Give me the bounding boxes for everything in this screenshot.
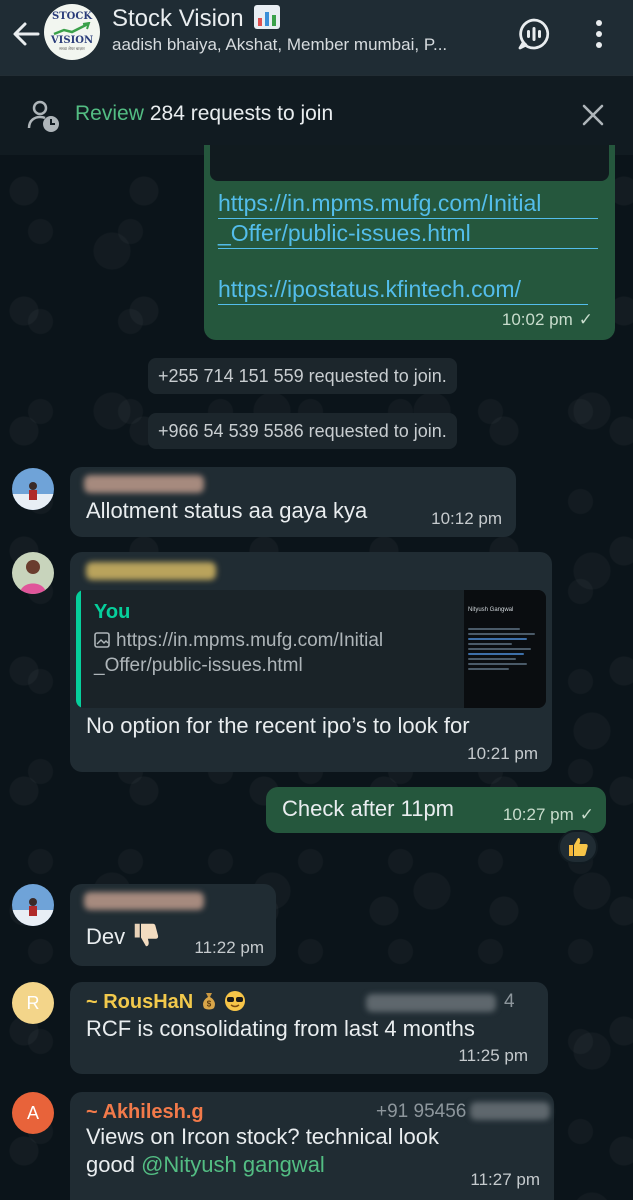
review-link[interactable]: Review bbox=[75, 102, 144, 125]
more-vert-icon bbox=[596, 20, 602, 48]
sender-avatar-letter[interactable]: A bbox=[12, 1092, 54, 1134]
sender-avatar-letter[interactable]: R bbox=[12, 982, 54, 1024]
message-incoming[interactable]: ~ Akhilesh.g +91 95456 Views on Ircon st… bbox=[70, 1092, 554, 1200]
chat-header: STOCK VISION सच्चा शेयर बाज़ार Stock Vis… bbox=[0, 0, 633, 75]
avatar-photo-snow bbox=[12, 468, 54, 510]
quote-thumbnail: Nityush Gangwal bbox=[464, 590, 546, 708]
time-text: 10:02 pm bbox=[501, 310, 573, 329]
message-text: RCF is consolidating from last 4 months bbox=[86, 1016, 475, 1041]
message-time: 11:25 pm bbox=[458, 1046, 528, 1065]
money-bag-icon: $ bbox=[202, 993, 215, 1010]
svg-text:$: $ bbox=[207, 1000, 212, 1009]
sender-phone-fragment: +91 95456 bbox=[376, 1101, 472, 1122]
message-incoming[interactable]: Dev 11:22 pm bbox=[70, 884, 276, 966]
review-text: Review 284 requests to join bbox=[75, 102, 333, 126]
quote-line-1: https://in.mpms.mufg.com/Initial bbox=[94, 628, 444, 653]
text-prefix: good bbox=[86, 1152, 142, 1177]
link1-line2: _Offer/public-issues.html bbox=[218, 219, 598, 249]
time-text: 10:27 pm bbox=[502, 805, 574, 824]
close-icon bbox=[582, 104, 604, 126]
voice-chat-icon bbox=[518, 18, 550, 50]
message-incoming-reply[interactable]: You https://in.mpms.mufg.com/Initial _Of… bbox=[70, 552, 552, 772]
system-message: +966 54 539 5586 requested to join. bbox=[148, 413, 457, 449]
sender-name[interactable]: ~ RousHaN $ bbox=[86, 988, 246, 1016]
arrow-left-icon bbox=[13, 22, 40, 46]
redacted-sender-name bbox=[84, 475, 204, 493]
thumb-title: Nityush Gangwal bbox=[468, 607, 514, 613]
group-avatar[interactable]: STOCK VISION सच्चा शेयर बाज़ार bbox=[44, 4, 100, 60]
message-text: Dev bbox=[86, 920, 161, 951]
message-text: Check after 11pm bbox=[282, 796, 455, 821]
message-time: 11:22 pm bbox=[194, 938, 264, 957]
message-incoming[interactable]: Allotment status aa gaya kya 10:12 pm bbox=[70, 467, 516, 537]
avatar-photo-person bbox=[12, 552, 54, 594]
message-text: Allotment status aa gaya kya bbox=[86, 498, 368, 523]
title-block[interactable]: Stock Vision aadish bhaiya, Akshat, Memb… bbox=[112, 4, 492, 56]
logo-chart-icon bbox=[53, 22, 91, 36]
back-button[interactable] bbox=[8, 16, 44, 52]
message-text-line-2: good @Nityush gangwal bbox=[86, 1151, 325, 1179]
group-members: aadish bhaiya, Akshat, Member mumbai, P.… bbox=[112, 35, 448, 54]
message-link-2[interactable]: https://ipostatus.kfintech.com/ bbox=[218, 275, 588, 305]
redacted-phone bbox=[470, 1102, 550, 1120]
message-text-content: Dev bbox=[86, 924, 126, 949]
message-text: No option for the recent ipo’s to look f… bbox=[86, 713, 470, 738]
redacted-sender-name bbox=[84, 892, 204, 910]
reaction-badge[interactable] bbox=[558, 830, 598, 864]
link1-line1: https://in.mpms.mufg.com/Initial bbox=[218, 189, 598, 219]
sunglasses-face-icon bbox=[225, 991, 246, 1011]
sender-name-text: ~ RousHaN bbox=[86, 991, 194, 1013]
logo-line1: STOCK bbox=[51, 11, 93, 22]
quote-accent-bar bbox=[76, 590, 81, 708]
thumbs-down-icon bbox=[135, 923, 159, 947]
message-incoming[interactable]: ~ RousHaN $ 4 RCF is consolidating from … bbox=[70, 982, 548, 1074]
quote-author: You bbox=[94, 601, 131, 623]
person-clock-icon bbox=[27, 100, 59, 132]
quoted-message[interactable]: You https://in.mpms.mufg.com/Initial _Of… bbox=[76, 590, 546, 708]
sent-check-icon: ✓ bbox=[578, 310, 593, 329]
join-requests-banner[interactable]: Review 284 requests to join bbox=[0, 75, 633, 155]
redacted-phone bbox=[366, 994, 496, 1012]
system-message: +255 714 151 559 requested to join. bbox=[148, 358, 457, 394]
more-options-button[interactable] bbox=[585, 14, 613, 54]
sender-avatar[interactable] bbox=[12, 884, 54, 926]
voice-chat-button[interactable] bbox=[514, 14, 554, 54]
group-title-text: Stock Vision bbox=[112, 5, 244, 32]
mention-link[interactable]: @Nityush gangwal bbox=[141, 1152, 325, 1177]
sender-name[interactable]: ~ Akhilesh.g bbox=[86, 1098, 204, 1126]
message-time: 10:27 pm ✓ bbox=[503, 801, 594, 829]
message-time: 10:02 pm ✓ bbox=[502, 306, 593, 334]
message-time: 11:27 pm bbox=[470, 1170, 540, 1189]
group-title: Stock Vision bbox=[112, 4, 492, 34]
quote-line-2: _Offer/public-issues.html bbox=[94, 655, 303, 676]
message-outgoing-links[interactable]: https://in.mpms.mufg.com/Initial _Offer/… bbox=[204, 145, 615, 340]
message-text-line-1: Views on Ircon stock? technical look bbox=[86, 1124, 439, 1149]
bar-chart-icon bbox=[254, 5, 281, 29]
message-link-1[interactable]: https://in.mpms.mufg.com/Initial _Offer/… bbox=[218, 189, 598, 249]
image-icon bbox=[94, 632, 110, 648]
link-preview-remnant bbox=[210, 145, 609, 181]
message-time: 10:21 pm bbox=[467, 744, 538, 763]
message-time: 10:12 pm bbox=[431, 509, 502, 528]
quote-line-1-text: https://in.mpms.mufg.com/Initial bbox=[116, 630, 384, 651]
message-outgoing[interactable]: Check after 11pm 10:27 pm ✓ bbox=[266, 787, 606, 833]
avatar-photo-snow bbox=[12, 884, 54, 926]
close-banner-button[interactable] bbox=[578, 100, 608, 130]
sender-avatar[interactable] bbox=[12, 468, 54, 510]
sender-phone-fragment: 4 bbox=[504, 991, 515, 1012]
review-count: 284 requests to join bbox=[149, 102, 334, 125]
redacted-sender-name bbox=[86, 562, 216, 580]
sent-check-icon: ✓ bbox=[579, 805, 594, 824]
thumbs-up-icon bbox=[569, 838, 588, 856]
logo-line2: VISION bbox=[50, 35, 94, 46]
quote-text: https://in.mpms.mufg.com/Initial _Offer/… bbox=[94, 628, 444, 678]
logo-tagline: सच्चा शेयर बाज़ार bbox=[59, 46, 85, 51]
sender-avatar[interactable] bbox=[12, 552, 54, 594]
